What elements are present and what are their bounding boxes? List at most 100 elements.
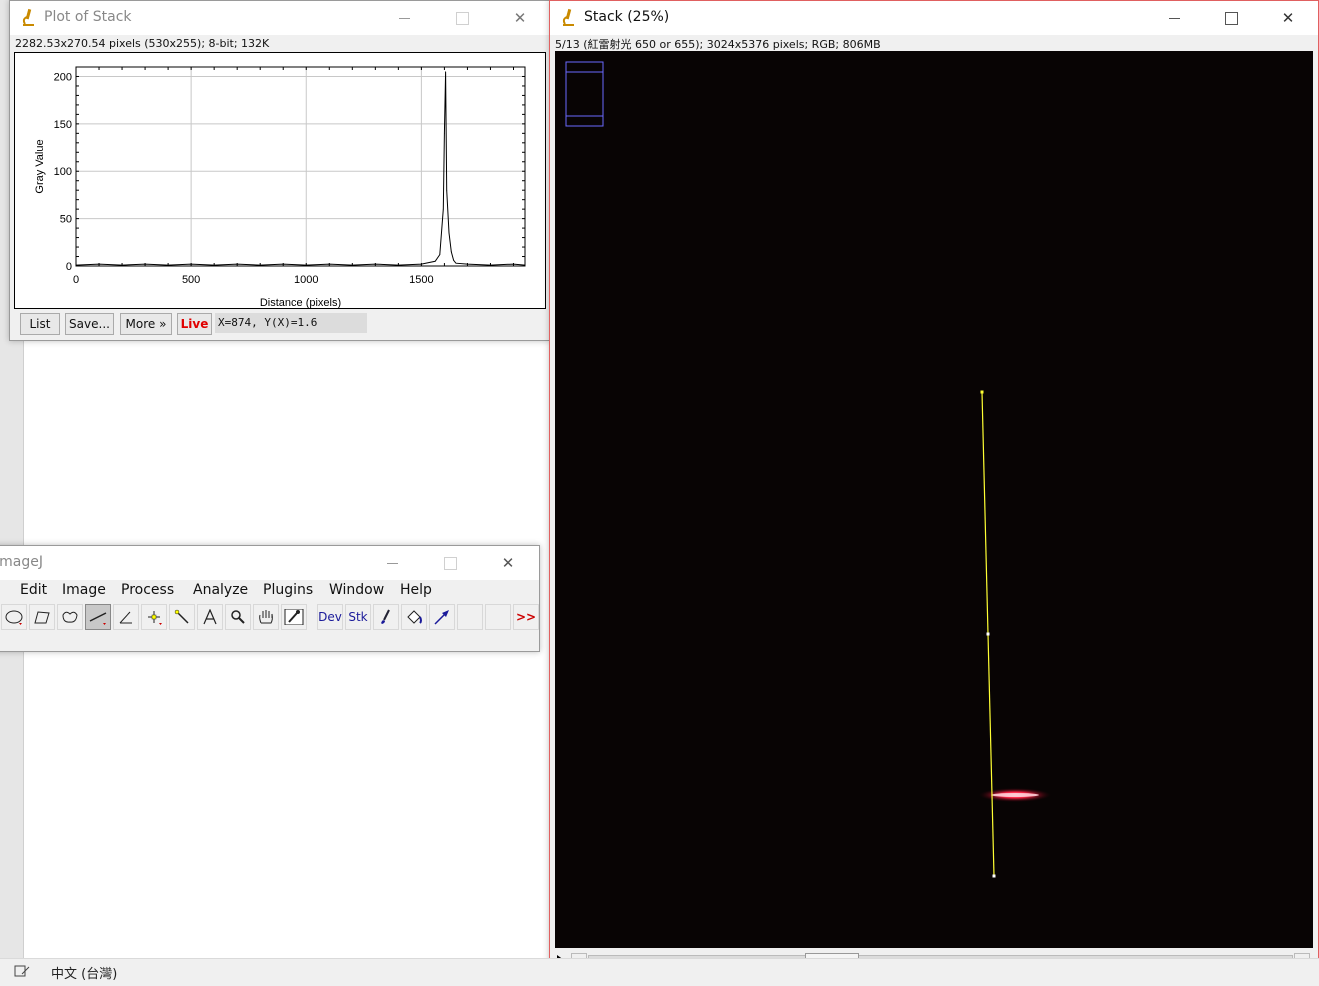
- more-tools-button[interactable]: >>: [513, 604, 539, 630]
- profile-plot: 0 500 1000 1500 0 50 100 150 200 Distance (pixels…: [34, 66, 526, 309]
- maximize-button[interactable]: [421, 546, 479, 580]
- menu-window[interactable]: Window: [329, 582, 384, 598]
- imagej-titlebar[interactable]: ImageJ ✕: [0, 546, 539, 580]
- color-picker-tool[interactable]: [281, 604, 307, 630]
- brush-icon: [381, 609, 390, 624]
- profile-point: [121, 264, 123, 266]
- line-handle-end[interactable]: [992, 874, 996, 878]
- menu-plugins[interactable]: Plugins: [263, 582, 313, 598]
- flood-fill-tool[interactable]: [401, 604, 427, 630]
- stack-titlebar[interactable]: Stack (25%) ✕: [550, 1, 1318, 35]
- wand-icon: [174, 609, 189, 624]
- stack-window-title: Stack (25%): [584, 9, 670, 25]
- profile-point: [448, 232, 450, 234]
- profile-point: [144, 263, 146, 265]
- plot-frame: [75, 66, 526, 267]
- live-button[interactable]: Live: [177, 313, 212, 335]
- oval-tool[interactable]: [1, 604, 27, 630]
- freehand-icon: [62, 611, 78, 623]
- empty-tool-slot: [485, 604, 511, 630]
- oval-icon: [5, 610, 23, 625]
- stack-tools[interactable]: Stk: [345, 604, 371, 630]
- arrow-tool[interactable]: [429, 604, 455, 630]
- empty-tool-slot: [457, 604, 483, 630]
- line-handle-mid[interactable]: [986, 632, 990, 636]
- developer-menu-tool[interactable]: Dev: [317, 604, 343, 630]
- y-tick-label: 200: [54, 71, 72, 83]
- menu-help[interactable]: Help: [400, 582, 432, 598]
- profile-point: [213, 264, 215, 266]
- profile-point: [282, 263, 284, 265]
- y-tick-label: 0: [66, 261, 72, 273]
- list-button[interactable]: List: [20, 313, 60, 335]
- more-tools-label: >>: [515, 610, 537, 624]
- menu-analyze[interactable]: Analyze: [193, 582, 248, 598]
- minimize-button[interactable]: [363, 546, 421, 580]
- save-button[interactable]: Save...: [65, 313, 114, 335]
- profile-point: [397, 264, 399, 266]
- point-tool[interactable]: [141, 604, 167, 630]
- imagej-microscope-icon: [562, 8, 574, 26]
- hand-icon: [259, 610, 273, 624]
- zoom-tool[interactable]: [225, 604, 251, 630]
- brush-tool[interactable]: [373, 604, 399, 630]
- profile-point: [513, 263, 514, 265]
- profile-point: [328, 263, 330, 265]
- plot-canvas[interactable]: 0 500 1000 1500 0 50 100 150 200 Distance (pixels…: [14, 52, 546, 309]
- coordinate-readout: X=874, Y(X)=1.6: [215, 313, 367, 333]
- profile-point: [439, 254, 441, 256]
- menu-image[interactable]: Image: [62, 582, 106, 598]
- profile-point: [445, 71, 446, 73]
- plot-titlebar[interactable]: Plot of Stack ✕: [10, 1, 549, 35]
- profile-point: [351, 264, 353, 266]
- polygon-tool[interactable]: [29, 604, 55, 630]
- profile-point: [167, 264, 169, 266]
- minimize-button[interactable]: [375, 1, 433, 35]
- angle-tool[interactable]: [113, 604, 139, 630]
- stack-window: Stack (25%) ✕ 5/13 (紅雷射光 650 or 655); 30…: [549, 0, 1319, 980]
- close-button[interactable]: ✕: [479, 546, 537, 580]
- profile-point: [524, 264, 526, 266]
- line-handle-start[interactable]: [980, 390, 984, 394]
- profile-point: [442, 208, 444, 210]
- stack-info: 5/13 (紅雷射光 650 or 655); 3024x5376 pixels…: [555, 38, 881, 51]
- profile-point: [450, 251, 452, 253]
- menu-process[interactable]: Process: [121, 582, 174, 598]
- straight-line-icon: [89, 612, 107, 625]
- profile-point: [444, 132, 445, 134]
- maximize-button[interactable]: [433, 1, 491, 35]
- taskbar-status: 中文 (台灣): [0, 958, 1319, 986]
- x-tick-label: 500: [182, 274, 200, 286]
- paint-bucket-icon: [407, 610, 422, 624]
- image-canvas[interactable]: [555, 51, 1313, 948]
- y-tick-label: 100: [54, 166, 72, 178]
- x-axis-label: Distance (pixels): [260, 297, 341, 308]
- freehand-tool[interactable]: [57, 604, 83, 630]
- imagej-microscope-icon: [22, 8, 34, 26]
- profile-point: [467, 263, 468, 265]
- y-tick-label: 50: [60, 214, 72, 226]
- maximize-button[interactable]: [1202, 1, 1260, 35]
- menu-edit[interactable]: Edit: [20, 582, 47, 598]
- keyboard-ime-icon[interactable]: [14, 964, 30, 978]
- close-button[interactable]: ✕: [1259, 1, 1317, 35]
- minimize-button[interactable]: [1145, 1, 1203, 35]
- more-button[interactable]: More »: [120, 313, 172, 335]
- imagej-window-title: ImageJ: [0, 554, 43, 570]
- x-tick-label: 1000: [294, 274, 318, 286]
- wand-tool[interactable]: [169, 604, 195, 630]
- input-language[interactable]: 中文 (台灣): [51, 963, 117, 982]
- profile-point: [236, 263, 238, 265]
- eyedropper-icon: [284, 609, 304, 625]
- plot-info: 2282.53x270.54 pixels (530x255); 8-bit; …: [15, 37, 270, 50]
- close-button[interactable]: ✕: [491, 1, 549, 35]
- y-axis-label: Gray Value: [34, 139, 46, 193]
- menubar: Edit Image Process Analyze Plugins Windo…: [0, 580, 539, 602]
- crosshair-icon: [148, 611, 162, 625]
- stk-label: Stk: [348, 610, 368, 624]
- hand-tool[interactable]: [253, 604, 279, 630]
- line-tool[interactable]: [85, 604, 111, 630]
- imagej-window: ImageJ ✕ Edit Image Process Analyze Plug…: [0, 545, 540, 652]
- plot-window: Plot of Stack ✕ 2282.53x270.54 pixels (5…: [9, 0, 550, 341]
- text-tool[interactable]: [197, 604, 223, 630]
